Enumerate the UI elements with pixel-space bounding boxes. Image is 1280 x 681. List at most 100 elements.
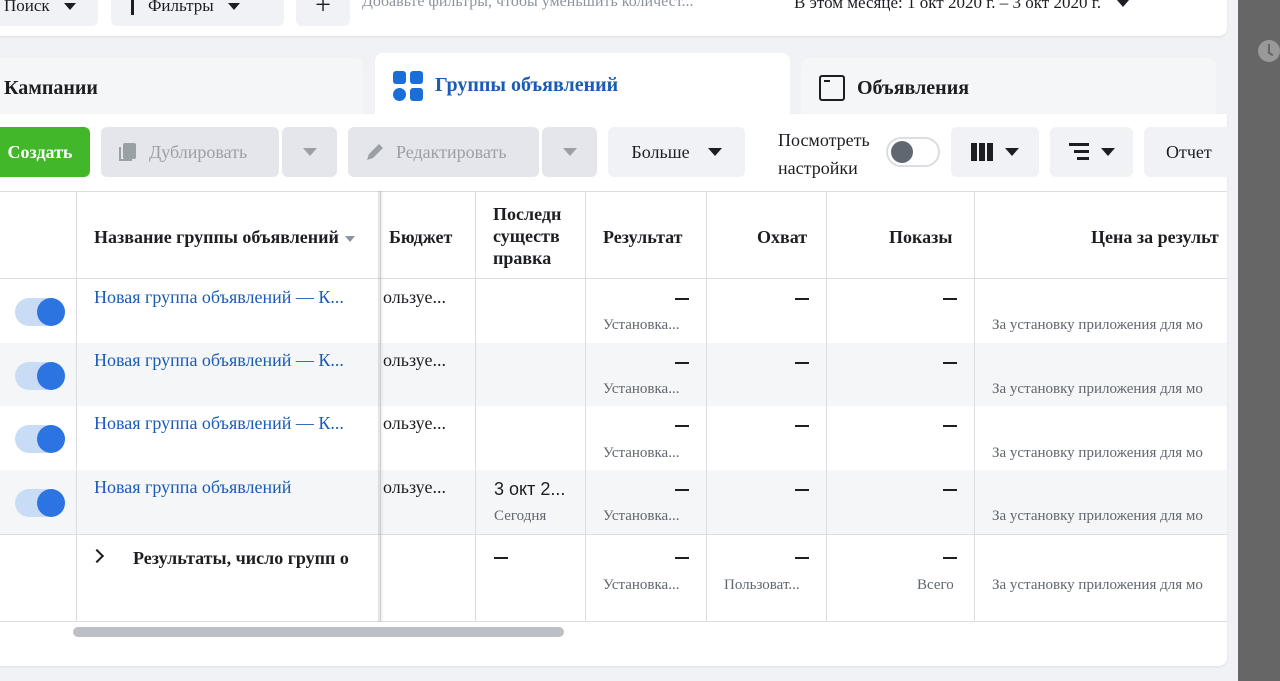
impressions-dash bbox=[943, 489, 957, 491]
ad-set-toggle[interactable] bbox=[15, 362, 65, 390]
pencil-icon bbox=[367, 144, 383, 160]
cost-sub: За установку приложения для мо bbox=[992, 445, 1203, 461]
breakdown-button[interactable] bbox=[1050, 127, 1133, 177]
filter-icon bbox=[131, 0, 134, 15]
budget-cell: ользуе... bbox=[383, 287, 446, 307]
chevron-down-icon bbox=[1117, 0, 1130, 7]
cost-total-sub: За установку приложения для мо bbox=[992, 577, 1203, 593]
duplicate-dropdown-button[interactable] bbox=[282, 127, 337, 177]
column-header-result[interactable]: Результат bbox=[603, 226, 683, 248]
filters-label: Фильтры bbox=[148, 0, 214, 15]
ad-set-name-link[interactable]: Новая группа объявлений — К... bbox=[94, 413, 374, 434]
sort-icon bbox=[344, 235, 355, 242]
cost-sub: За установку приложения для мо bbox=[992, 317, 1203, 333]
result-sub: Установка... bbox=[603, 508, 680, 524]
chevron-down-icon bbox=[1100, 148, 1115, 156]
impressions-total-dash bbox=[943, 557, 957, 559]
tab-ads[interactable]: Объявления bbox=[801, 58, 1216, 118]
impressions-total-sub: Всего bbox=[917, 577, 954, 593]
create-button[interactable]: Создать bbox=[0, 127, 90, 177]
report-button[interactable]: Отчет bbox=[1144, 127, 1234, 177]
tab-ads-label: Объявления bbox=[857, 76, 970, 99]
tab-campaigns[interactable]: Кампании bbox=[0, 58, 363, 118]
date-range-label: В этом месяце: 1 окт 2020 г. – 3 окт 202… bbox=[794, 0, 1102, 12]
result-total-dash bbox=[675, 557, 689, 559]
filters-button[interactable]: Фильтры bbox=[111, 0, 284, 26]
result-sub: Установка... bbox=[603, 317, 680, 333]
add-filter-button[interactable]: + bbox=[296, 0, 350, 26]
chevron-down-icon bbox=[302, 148, 317, 156]
edit-label: Редактировать bbox=[396, 141, 507, 162]
edit-dropdown-button[interactable] bbox=[542, 127, 597, 177]
column-header-cost[interactable]: Цена за результ bbox=[1091, 226, 1227, 248]
search-filter-label: Поиск bbox=[4, 0, 50, 15]
ad-set-name-link[interactable]: Новая группа объявлений bbox=[94, 477, 374, 498]
ad-set-toggle[interactable] bbox=[15, 425, 65, 453]
report-label: Отчет bbox=[1166, 141, 1212, 162]
tab-ad-sets[interactable]: Группы объявлений bbox=[375, 53, 790, 118]
totals-label: Результаты, число групп о bbox=[133, 548, 349, 568]
cost-sub: За установку приложения для мо bbox=[992, 381, 1203, 397]
column-header-impressions[interactable]: Показы bbox=[889, 226, 952, 248]
chevron-down-icon bbox=[562, 148, 577, 156]
result-dash bbox=[675, 298, 689, 300]
chevron-down-icon bbox=[707, 148, 722, 156]
horizontal-scrollbar[interactable] bbox=[73, 627, 564, 637]
result-dash bbox=[675, 489, 689, 491]
reach-dash bbox=[795, 489, 809, 491]
result-sub: Установка... bbox=[603, 445, 680, 461]
duplicate-label: Дублировать bbox=[149, 141, 248, 162]
ad-set-name-link[interactable]: Новая группа объявлений — К... bbox=[94, 287, 374, 308]
result-dash bbox=[675, 362, 689, 364]
more-label: Больше bbox=[631, 141, 690, 162]
more-button[interactable]: Больше bbox=[608, 127, 745, 177]
search-filter-button[interactable]: Поиск bbox=[0, 0, 98, 26]
ad-sets-table: Название группы объявлений Бюджет Послед… bbox=[0, 191, 1227, 622]
clock-icon[interactable] bbox=[1258, 40, 1280, 62]
impressions-dash bbox=[943, 425, 957, 427]
column-header-name[interactable]: Название группы объявлений bbox=[94, 226, 355, 248]
column-header-last-edit[interactable]: Последн существ правка bbox=[493, 203, 569, 269]
date-range-picker[interactable]: В этом месяце: 1 окт 2020 г. – 3 окт 202… bbox=[794, 0, 1130, 13]
columns-icon bbox=[971, 143, 993, 161]
result-dash bbox=[675, 425, 689, 427]
budget-cell: ользуе... bbox=[383, 477, 446, 497]
last-edit-total-dash bbox=[494, 557, 508, 559]
grid-icon bbox=[393, 70, 423, 101]
filter-hint[interactable]: Добавьте фильтры, чтобы уменьшить количе… bbox=[362, 0, 694, 11]
edit-button[interactable]: Редактировать bbox=[348, 127, 539, 177]
plus-icon: + bbox=[315, 0, 331, 21]
budget-cell: ользуе... bbox=[383, 350, 446, 370]
column-header-budget[interactable]: Бюджет bbox=[389, 226, 452, 248]
ad-set-toggle[interactable] bbox=[15, 489, 65, 517]
reach-dash bbox=[795, 362, 809, 364]
duplicate-button[interactable]: Дублировать bbox=[101, 127, 279, 177]
result-total-sub: Установка... bbox=[603, 577, 680, 593]
sticky-column-shadow bbox=[378, 191, 384, 622]
last-edit-sub: Сегодня bbox=[494, 508, 547, 524]
budget-cell: ользуе... bbox=[383, 413, 446, 433]
result-sub: Установка... bbox=[603, 381, 680, 397]
ad-set-toggle[interactable] bbox=[15, 298, 65, 326]
column-header-reach[interactable]: Охват bbox=[757, 226, 807, 248]
ad-icon bbox=[819, 75, 845, 101]
view-settings-toggle[interactable] bbox=[886, 137, 940, 167]
tab-campaigns-label: Кампании bbox=[4, 76, 98, 99]
reach-dash bbox=[795, 298, 809, 300]
create-label: Создать bbox=[7, 141, 73, 162]
view-settings-label: Посмотреть настройки bbox=[778, 130, 870, 178]
chevron-down-icon bbox=[1005, 148, 1019, 156]
duplicate-icon bbox=[119, 143, 136, 161]
side-panel bbox=[1238, 0, 1280, 681]
impressions-dash bbox=[943, 362, 957, 364]
chevron-down-icon bbox=[227, 2, 240, 10]
columns-button[interactable] bbox=[951, 127, 1039, 177]
breakdown-icon bbox=[1068, 143, 1089, 161]
tab-ad-sets-label: Группы объявлений bbox=[435, 74, 619, 96]
chevron-down-icon bbox=[63, 2, 76, 10]
reach-total-sub: Пользоват... bbox=[724, 577, 800, 593]
impressions-dash bbox=[943, 298, 957, 300]
last-edit-date: 3 окт 2... bbox=[494, 479, 566, 499]
ad-set-name-link[interactable]: Новая группа объявлений — К... bbox=[94, 350, 374, 371]
reach-dash bbox=[795, 425, 809, 427]
